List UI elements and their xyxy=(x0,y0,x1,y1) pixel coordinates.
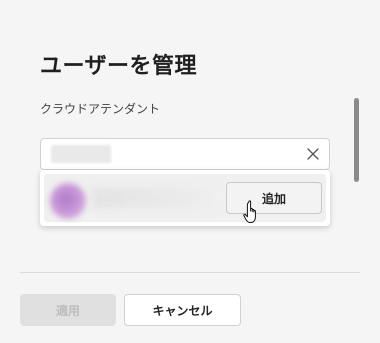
apply-button[interactable]: 適用 xyxy=(20,294,116,326)
footer-divider xyxy=(20,272,360,273)
dialog-title: ユーザーを管理 xyxy=(40,54,198,79)
close-icon[interactable] xyxy=(305,146,321,162)
search-box[interactable] xyxy=(40,138,330,170)
redacted-user-name xyxy=(92,188,222,208)
cancel-button[interactable]: キャンセル xyxy=(124,294,241,326)
field-label: クラウドアテンダント xyxy=(40,102,161,116)
search-results-panel: 追加 xyxy=(40,170,330,226)
scrollbar-thumb[interactable] xyxy=(354,98,359,182)
result-item[interactable]: 追加 xyxy=(44,174,326,222)
avatar xyxy=(50,183,86,219)
add-button[interactable]: 追加 xyxy=(226,182,322,214)
search-input[interactable] xyxy=(51,144,295,166)
